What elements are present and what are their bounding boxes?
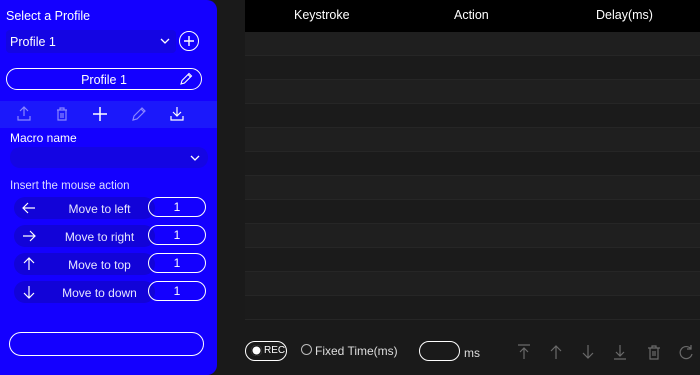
rec-toggle[interactable]: REC (245, 341, 287, 361)
table-header: Keystroke Action Delay(ms) (245, 0, 700, 32)
profile-select[interactable]: Profile 1 (6, 30, 176, 53)
column-delay: Delay(ms) (596, 8, 653, 22)
add-profile-button[interactable] (179, 31, 199, 51)
download-icon[interactable] (168, 105, 186, 123)
bottom-action-button[interactable] (9, 332, 204, 356)
trash-icon[interactable] (53, 105, 71, 123)
chevron-down-icon (190, 155, 200, 161)
arrow-left-icon (22, 202, 35, 214)
macro-toolbar (0, 101, 217, 128)
profile-button[interactable]: Profile 1 (6, 68, 202, 90)
pencil-icon[interactable] (130, 105, 148, 123)
table-row[interactable] (245, 176, 700, 200)
macro-table-panel: Keystroke Action Delay(ms) REC Fixed Tim… (245, 0, 700, 375)
profile-button-label: Profile 1 (81, 73, 127, 87)
move-down-icon[interactable] (579, 343, 597, 361)
rec-label: REC (264, 345, 286, 356)
fixed-time-label: Fixed Time(ms) (315, 344, 398, 358)
upload-icon[interactable] (15, 105, 33, 123)
mouse-action-label: Move to top (68, 258, 131, 272)
mouse-action-label: Move to right (64, 230, 135, 244)
table-row[interactable] (245, 152, 700, 176)
mouse-action-label: Move to left (68, 202, 131, 216)
move-to-top-icon[interactable] (515, 343, 533, 361)
ms-label: ms (464, 346, 480, 360)
move-left-input[interactable]: 1 (148, 197, 206, 217)
plus-icon (184, 36, 194, 46)
move-top-button[interactable]: Move to top (14, 253, 155, 275)
plus-icon[interactable] (91, 105, 109, 123)
chevron-down-icon (160, 38, 170, 44)
refresh-icon[interactable] (677, 343, 695, 361)
table-row[interactable] (245, 128, 700, 152)
move-left-button[interactable]: Move to left (14, 197, 155, 219)
table-row[interactable] (245, 200, 700, 224)
mouse-action-label: Move to down (62, 286, 137, 300)
move-right-button[interactable]: Move to right (14, 225, 155, 247)
profile-select-value: Profile 1 (10, 35, 56, 49)
insert-mouse-action-label: Insert the mouse action (10, 180, 130, 192)
move-up-icon[interactable] (547, 343, 565, 361)
delete-icon[interactable] (645, 343, 663, 361)
mouse-action-row: Move to right 1 (10, 225, 208, 247)
mouse-action-row: Move to top 1 (10, 253, 208, 275)
move-to-bottom-icon[interactable] (611, 343, 629, 361)
table-row[interactable] (245, 272, 700, 296)
table-row[interactable] (245, 296, 700, 320)
move-top-input[interactable]: 1 (148, 253, 206, 273)
table-row[interactable] (245, 248, 700, 272)
column-action: Action (454, 8, 489, 22)
left-panel: Select a Profile Profile 1 Profile 1 Mac… (0, 0, 217, 375)
move-down-button[interactable]: Move to down (14, 281, 155, 303)
macro-name-select[interactable] (10, 147, 208, 168)
table-row[interactable] (245, 80, 700, 104)
ms-input[interactable] (419, 341, 460, 361)
rec-radio-icon (251, 345, 262, 356)
table-body (245, 32, 700, 320)
pencil-icon[interactable] (178, 71, 194, 87)
move-right-input[interactable]: 1 (148, 225, 206, 245)
arrow-right-icon (23, 230, 36, 242)
arrow-down-icon (23, 286, 35, 299)
table-row[interactable] (245, 56, 700, 80)
radio-icon (301, 344, 312, 355)
mouse-action-row: Move to left 1 (10, 197, 208, 219)
table-row[interactable] (245, 104, 700, 128)
mouse-action-row: Move to down 1 (10, 281, 208, 303)
select-profile-heading: Select a Profile (6, 9, 91, 23)
move-down-input[interactable]: 1 (148, 281, 206, 301)
table-row[interactable] (245, 32, 700, 56)
table-row[interactable] (245, 224, 700, 248)
column-keystroke: Keystroke (294, 8, 350, 22)
macro-name-label: Macro name (10, 131, 77, 145)
arrow-up-icon (23, 257, 35, 270)
